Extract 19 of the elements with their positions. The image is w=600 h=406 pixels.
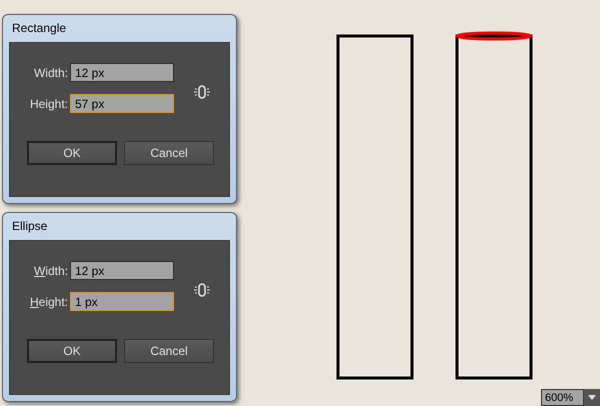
field-label: Width:: [32, 262, 69, 280]
link-icon[interactable]: [194, 84, 210, 100]
link-icon[interactable]: [194, 282, 210, 298]
input-field[interactable]: 12 px: [70, 63, 174, 82]
input-field[interactable]: 12 px: [70, 261, 174, 280]
field-label: Width:: [32, 64, 69, 82]
input-field[interactable]: 1 px: [70, 292, 174, 311]
dropdown-button[interactable]: [584, 389, 600, 406]
window-title: Ellipse: [11, 218, 48, 235]
input-field[interactable]: 57 px: [70, 94, 174, 113]
field-label: Height:: [28, 294, 69, 310]
dialog-button[interactable]: OK: [27, 141, 117, 165]
field-label: Height:: [28, 96, 69, 112]
zoom-field[interactable]: 600%: [541, 389, 584, 406]
dialog-button[interactable]: Cancel: [124, 339, 214, 363]
dialog-button[interactable]: OK: [27, 339, 117, 363]
dialog-button[interactable]: Cancel: [124, 141, 214, 165]
window-title: Rectangle: [11, 20, 66, 37]
caret-icon: [588, 395, 596, 400]
